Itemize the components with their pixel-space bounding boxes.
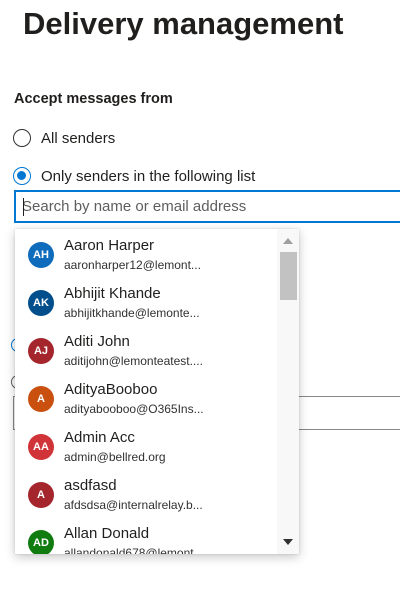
- sender-search-input[interactable]: [16, 192, 392, 221]
- dropdown-scrollbar[interactable]: [277, 229, 299, 554]
- suggestion-email: adityabooboo@O365Ins...: [64, 402, 204, 416]
- suggestion-list: AH Aaron Harper aaronharper12@lemont... AK A…: [15, 229, 277, 554]
- suggestion-name: Allan Donald: [64, 525, 150, 542]
- suggestion-item[interactable]: Aasdfasd afdsdsa@internalrelay.b...: [15, 473, 277, 521]
- suggestion-email: abhijitkhande@lemonte...: [64, 306, 200, 320]
- suggestion-item[interactable]: AH Aaron Harper aaronharper12@lemont...: [15, 233, 277, 281]
- suggestion-item[interactable]: AA Admin Acc admin@bellred.org: [15, 425, 277, 473]
- suggestion-email: allandonald678@lemont...: [64, 546, 204, 554]
- delivery-management-panel: Delivery management Accept messages from…: [0, 0, 400, 593]
- radio-button-checked[interactable]: [13, 167, 31, 185]
- avatar: AD: [28, 530, 54, 554]
- suggestion-item[interactable]: A AdityaBooboo adityabooboo@O365Ins...: [15, 377, 277, 425]
- avatar: AH: [28, 242, 54, 268]
- avatar: AK: [28, 290, 54, 316]
- avatar: A: [28, 482, 54, 508]
- suggestion-email: admin@bellred.org: [64, 450, 166, 464]
- suggestion-email: aditijohn@lemonteatest....: [64, 354, 203, 368]
- suggestion-name: Aaron Harper: [64, 237, 155, 254]
- suggestion-name: AdityaBooboo: [64, 381, 158, 398]
- suggestion-item[interactable]: AD Allan Donald allandonald678@lemont...: [15, 521, 277, 554]
- suggestion-email: aaronharper12@lemont...: [64, 258, 201, 272]
- suggestion-name: Abhijit Khande: [64, 285, 161, 302]
- scroll-up-arrow-icon[interactable]: [283, 238, 293, 244]
- suggestion-email: afdsdsa@internalrelay.b...: [64, 498, 203, 512]
- radio-only-senders-label: Only senders in the following list: [41, 167, 256, 185]
- avatar: A: [28, 386, 54, 412]
- accept-messages-label: Accept messages from: [14, 91, 173, 107]
- page-title: Delivery management: [23, 6, 344, 41]
- suggestion-name: Admin Acc: [64, 429, 135, 446]
- sender-suggestions-dropdown: AH Aaron Harper aaronharper12@lemont... AK A…: [15, 229, 299, 554]
- avatar: AA: [28, 434, 54, 460]
- sender-search-box[interactable]: [14, 190, 400, 223]
- suggestion-item[interactable]: AJ Aditi John aditijohn@lemonteatest....: [15, 329, 277, 377]
- scroll-down-arrow-icon[interactable]: [283, 539, 293, 545]
- suggestion-item[interactable]: AK Abhijit Khande abhijitkhande@lemonte...: [15, 281, 277, 329]
- radio-only-senders[interactable]: Only senders in the following list: [13, 167, 255, 185]
- suggestion-name: asdfasd: [64, 477, 117, 494]
- text-cursor: [23, 198, 24, 216]
- avatar: AJ: [28, 338, 54, 364]
- suggestion-name: Aditi John: [64, 333, 130, 350]
- scrollbar-thumb[interactable]: [280, 252, 297, 300]
- radio-all-senders-label: All senders: [41, 129, 116, 147]
- radio-button-unchecked[interactable]: [13, 129, 31, 147]
- radio-all-senders[interactable]: All senders: [13, 129, 115, 147]
